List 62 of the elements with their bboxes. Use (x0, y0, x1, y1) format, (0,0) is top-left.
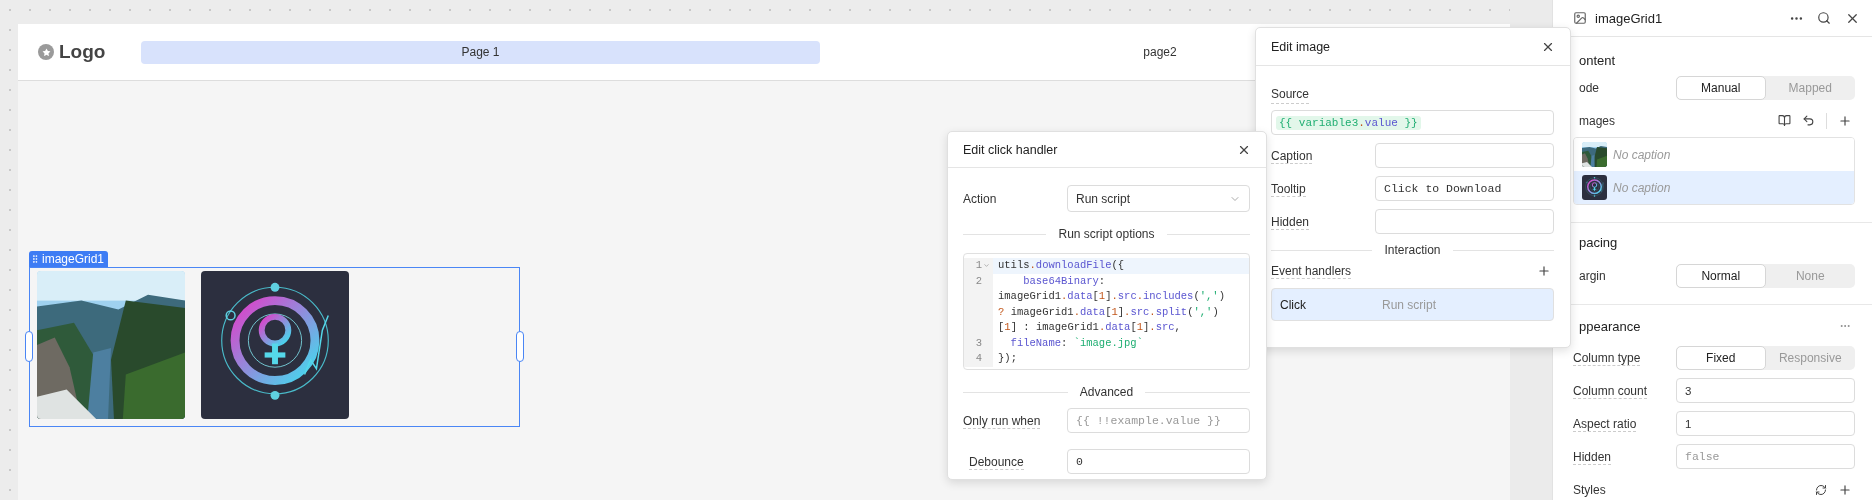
field-label: Column count (1573, 383, 1649, 398)
field-label: Source (1271, 86, 1310, 104)
line-number: 4 (975, 351, 982, 366)
input-field[interactable]: 1 (1676, 411, 1855, 436)
field-label: Debounce (968, 454, 1025, 469)
field-label: Styles (1573, 482, 1607, 497)
field-label: Column type (1573, 350, 1642, 365)
field-label: Hidden (1573, 449, 1613, 464)
resize-handle[interactable] (25, 331, 33, 362)
field-label: Tooltip (1271, 181, 1307, 196)
line-number: 1 (975, 258, 982, 273)
event-handler-item[interactable]: Click Run script (1271, 288, 1554, 321)
field-label: Action (963, 191, 998, 206)
code-line: base64Binary: (1022, 273, 1107, 289)
event-name: Click (1280, 297, 1307, 312)
code-line: ? imageGrid1.data[1].src.split(',') (998, 304, 1220, 320)
section-divider-label: Run script options (1058, 227, 1155, 241)
section-heading: ontent (1579, 52, 1616, 68)
field-label: Hidden (1271, 214, 1311, 229)
input-field[interactable]: 3 (1676, 378, 1855, 403)
section-divider-label: Advanced (1079, 385, 1134, 399)
segment-option[interactable]: Manual (1676, 75, 1766, 100)
code-line: imageGrid1.data[1].src.includes(',') (998, 289, 1225, 304)
code-line: }); (998, 351, 1017, 366)
logo-text: Logo (59, 41, 106, 63)
source-field[interactable]: {{ variable3.value }} (1271, 110, 1554, 135)
segment-option[interactable]: Normal (1676, 263, 1766, 288)
field-label: Aspect ratio (1573, 416, 1638, 431)
image-icon (1573, 11, 1587, 25)
image-caption: No caption (1613, 180, 1671, 195)
code-editor[interactable]: 1 utils.downloadFile({ 2 base64Binary: imageGrid1.data[1].src.includes(',') ? imageGrid1.data[1].src.split(',') [1] : imageGrid1.data[1].src, 3 fileName: `image.jpg` 4 }); (963, 253, 1250, 370)
panel-title: imageGrid1 (1595, 10, 1664, 26)
input-field[interactable] (1375, 209, 1554, 234)
nav-item[interactable]: page2 (1120, 40, 1200, 64)
input-field[interactable]: Click to Download (1375, 176, 1554, 201)
nav-item[interactable]: Page 1 (141, 40, 820, 64)
dialog-title: Edit image (1271, 39, 1331, 54)
code-line: utils.downloadFile({ (998, 258, 1125, 273)
resize-handle[interactable] (516, 331, 524, 362)
input-field[interactable] (1375, 143, 1554, 168)
dialog-title: Edit click handler (963, 142, 1058, 157)
action-select[interactable]: Run script (1067, 185, 1250, 212)
section-heading: pacing (1579, 234, 1618, 250)
input-field[interactable]: 0 (1067, 449, 1250, 474)
segment-option[interactable]: Fixed (1676, 345, 1766, 370)
component-label[interactable]: imageGrid1 (29, 251, 109, 267)
line-number: 2 (975, 273, 982, 289)
field-label: argin (1579, 268, 1607, 283)
section-divider-label: Interaction (1384, 243, 1441, 257)
field-label: Event handlers (1271, 264, 1353, 278)
grip-icon (30, 254, 40, 264)
event-action: Run script (1382, 297, 1437, 312)
component-name: imageGrid1 (42, 252, 105, 266)
field-label: Caption (1271, 148, 1314, 163)
field-label: Only run when (963, 413, 1042, 428)
section-heading: ppearance (1579, 318, 1641, 334)
code-line: [1] : imageGrid1.data[1].src, (998, 320, 1182, 335)
field-label: ode (1579, 80, 1601, 95)
code-line: fileName: `image.jpg` (1009, 335, 1143, 351)
image-caption: No caption (1613, 147, 1671, 162)
field-label: mages (1579, 113, 1617, 128)
line-number: 3 (975, 335, 982, 351)
